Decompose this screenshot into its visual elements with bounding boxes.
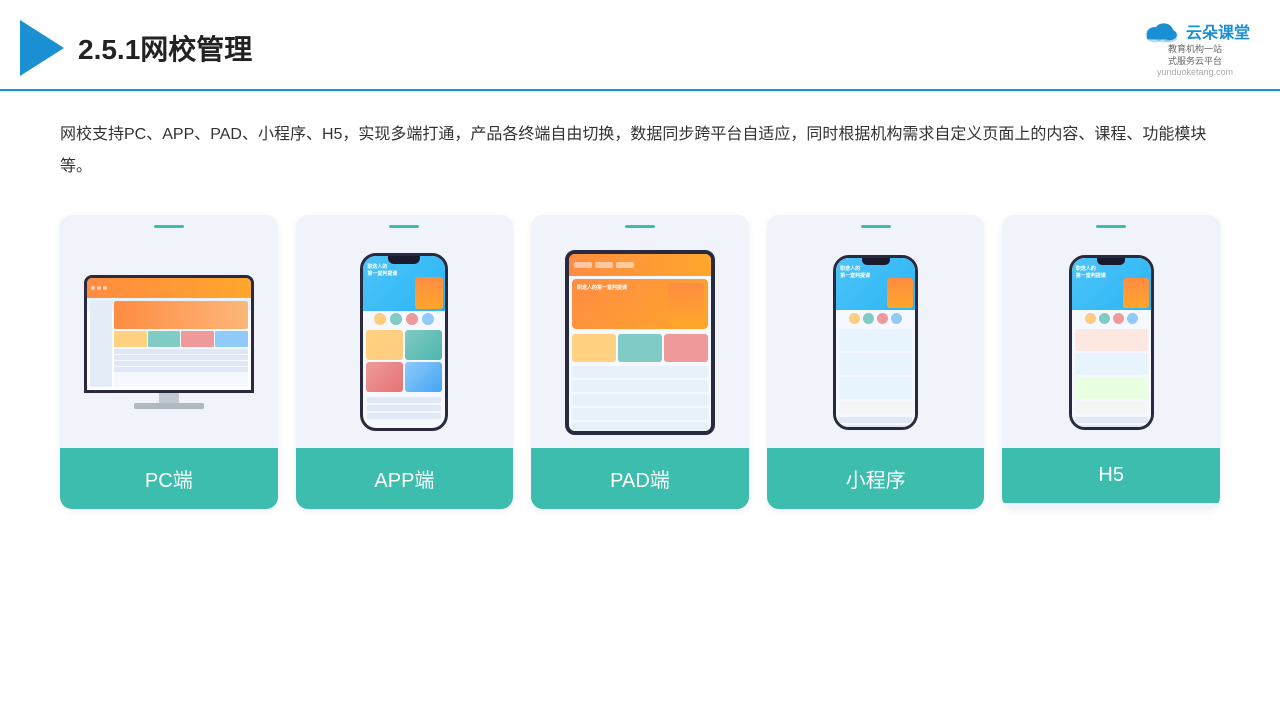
phone-notch bbox=[388, 256, 420, 264]
pc-screen bbox=[87, 278, 251, 390]
app-image-area: 职迭人的第一堂判提课 bbox=[296, 228, 514, 448]
app-phone-mockup: 职迭人的第一堂判提课 bbox=[360, 253, 448, 431]
mini-program-card: 职迭人的第一堂判提课 bbox=[767, 215, 985, 509]
description-text: 网校支持PC、APP、PAD、小程序、H5，实现多端打通，产品各终端自由切换，数… bbox=[60, 119, 1220, 183]
brand-section: 云朵课堂 教育机构一站式服务云平台 yunduoketang.com bbox=[1140, 18, 1250, 77]
h5-label: H5 bbox=[1002, 448, 1220, 503]
pad-image-area: 职迭人的第一堂判提课 bbox=[531, 228, 749, 448]
header: 2.5.1网校管理 云朵课堂 教育机构一站式服务云平台 yunduoketang… bbox=[0, 0, 1280, 91]
header-left: 2.5.1网校管理 bbox=[20, 20, 252, 76]
mini-notch bbox=[862, 258, 890, 265]
mini-program-label: 小程序 bbox=[767, 448, 985, 509]
page-title: 2.5.1网校管理 bbox=[78, 28, 252, 68]
phone-screen: 职迭人的第一堂判提课 bbox=[363, 256, 445, 428]
pc-card: PC端 bbox=[60, 215, 278, 509]
mini-image-area: 职迭人的第一堂判提课 bbox=[767, 228, 985, 448]
pc-mockup bbox=[84, 275, 254, 409]
brand-tagline: 教育机构一站式服务云平台 bbox=[1168, 44, 1222, 67]
pad-label: PAD端 bbox=[531, 448, 749, 509]
pc-monitor bbox=[84, 275, 254, 393]
brand-logo: 云朵课堂 bbox=[1140, 18, 1250, 44]
mini-screen: 职迭人的第一堂判提课 bbox=[836, 258, 915, 427]
app-card: 职迭人的第一堂判提课 bbox=[296, 215, 514, 509]
h5-screen: 职迭人的第一堂判提课 bbox=[1072, 258, 1151, 427]
brand-url: yunduoketang.com bbox=[1157, 67, 1233, 77]
description-body: 网校支持PC、APP、PAD、小程序、H5，实现多端打通，产品各终端自由切换，数… bbox=[60, 126, 1206, 175]
h5-image-area: 职迭人的第一堂判提课 bbox=[1002, 228, 1220, 448]
mini-phone-mockup: 职迭人的第一堂判提课 bbox=[833, 255, 918, 430]
pc-image-area bbox=[60, 228, 278, 448]
tablet-screen: 职迭人的第一堂判提课 bbox=[569, 254, 711, 431]
cloud-logo-icon bbox=[1140, 18, 1180, 44]
pc-label: PC端 bbox=[60, 448, 278, 509]
logo-triangle-icon bbox=[20, 20, 64, 76]
app-label: APP端 bbox=[296, 448, 514, 509]
h5-notch bbox=[1097, 258, 1125, 265]
platform-cards: PC端 职迭人的第一堂判提课 bbox=[60, 215, 1220, 509]
h5-phone-mockup: 职迭人的第一堂判提课 bbox=[1069, 255, 1154, 430]
pad-card: 职迭人的第一堂判提课 bbox=[531, 215, 749, 509]
tablet-mockup: 职迭人的第一堂判提课 bbox=[565, 250, 715, 435]
main-content: 网校支持PC、APP、PAD、小程序、H5，实现多端打通，产品各终端自由切换，数… bbox=[0, 91, 1280, 529]
brand-name: 云朵课堂 bbox=[1186, 19, 1250, 43]
h5-card: 职迭人的第一堂判提课 bbox=[1002, 215, 1220, 509]
